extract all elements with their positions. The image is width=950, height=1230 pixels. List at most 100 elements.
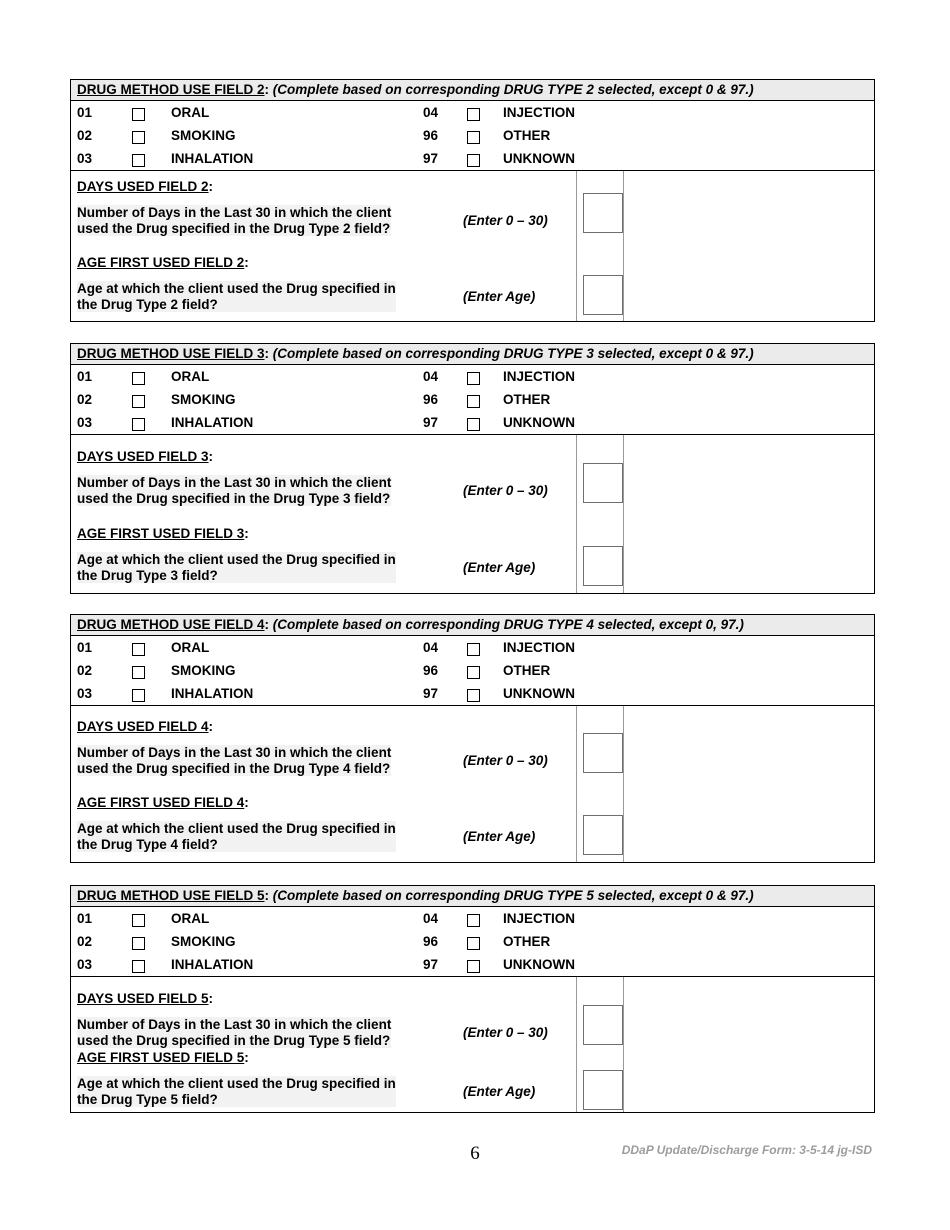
- method-checkbox-inhalation[interactable]: [132, 154, 145, 167]
- method-label-left: INHALATION: [171, 151, 254, 166]
- method-checkbox-other[interactable]: [467, 395, 480, 408]
- days-used-label-text: DAYS USED FIELD 4: [77, 719, 209, 734]
- days-used-input[interactable]: [583, 463, 623, 503]
- method-checkbox-injection[interactable]: [467, 914, 480, 927]
- age-first-used-label-colon: :: [244, 795, 249, 810]
- cell-divider: [623, 171, 624, 321]
- days-question-line-1: Number of Days in the Last 30 in which t…: [77, 745, 392, 760]
- age-first-used-input[interactable]: [583, 815, 623, 855]
- drug-method-use-field-5-section: DRUG METHOD USE FIELD 5: (Complete based…: [70, 885, 875, 1113]
- method-label-left: SMOKING: [171, 663, 236, 678]
- method-checkbox-unknown[interactable]: [467, 689, 480, 702]
- days-used-question: Number of Days in the Last 30 in which t…: [77, 1017, 392, 1048]
- section-note: (Complete based on corresponding DRUG TY…: [272, 617, 744, 632]
- age-first-used-input[interactable]: [583, 275, 623, 315]
- section-note: (Complete based on corresponding DRUG TY…: [272, 82, 754, 97]
- method-code-right: 04: [423, 911, 439, 926]
- method-checkbox-oral[interactable]: [132, 643, 145, 656]
- method-checkbox-smoking[interactable]: [132, 666, 145, 679]
- days-question-line-2: used the Drug specified in the Drug Type…: [77, 490, 391, 506]
- days-question-line-2: used the Drug specified in the Drug Type…: [77, 760, 391, 776]
- age-question-line-2: the Drug Type 3 field?: [77, 567, 218, 583]
- cell-divider: [623, 706, 624, 862]
- days-used-label-text: DAYS USED FIELD 2: [77, 179, 209, 194]
- method-checkbox-oral[interactable]: [132, 914, 145, 927]
- days-used-label: DAYS USED FIELD 3:: [77, 449, 213, 464]
- days-question-line-1: Number of Days in the Last 30 in which t…: [77, 1017, 392, 1032]
- footer-form-identifier: DDaP Update/Discharge Form: 3-5-14 jg-IS…: [621, 1143, 872, 1157]
- method-checkbox-smoking[interactable]: [132, 937, 145, 950]
- method-code-right: 96: [423, 392, 439, 407]
- method-label-right: INJECTION: [503, 640, 576, 655]
- method-row: 02 SMOKING 96 OTHER: [71, 659, 874, 682]
- method-label-left: SMOKING: [171, 128, 236, 143]
- method-checkbox-other[interactable]: [467, 131, 480, 144]
- days-used-input[interactable]: [583, 733, 623, 773]
- age-first-used-label-colon: :: [244, 1050, 249, 1065]
- method-label-left: SMOKING: [171, 392, 236, 407]
- question-area: DAYS USED FIELD 3: Number of Days in the…: [71, 435, 874, 593]
- method-checkbox-injection[interactable]: [467, 643, 480, 656]
- age-first-used-label-text: AGE FIRST USED FIELD 5: [77, 1050, 245, 1065]
- section-title-colon: :: [264, 346, 270, 361]
- section-note: (Complete based on corresponding DRUG TY…: [272, 888, 754, 903]
- age-question-line-1: Age at which the client used the Drug sp…: [77, 1076, 396, 1091]
- method-checkbox-injection[interactable]: [467, 372, 480, 385]
- age-first-used-input[interactable]: [583, 546, 623, 586]
- method-code-left: 03: [77, 957, 93, 972]
- age-first-used-label-text: AGE FIRST USED FIELD 3: [77, 526, 245, 541]
- method-checkbox-inhalation[interactable]: [132, 689, 145, 702]
- days-used-input[interactable]: [583, 193, 623, 233]
- method-checkbox-other[interactable]: [467, 666, 480, 679]
- age-first-used-question: Age at which the client used the Drug sp…: [77, 552, 396, 583]
- method-checkbox-unknown[interactable]: [467, 960, 480, 973]
- method-options-grid: 01 ORAL 04 INJECTION 02 SMOKING 96 OTHER…: [71, 907, 874, 977]
- method-code-left: 02: [77, 128, 93, 143]
- method-code-left: 02: [77, 392, 93, 407]
- method-code-left: 02: [77, 663, 93, 678]
- method-checkbox-unknown[interactable]: [467, 418, 480, 431]
- method-label-right: INJECTION: [503, 911, 576, 926]
- section-note: (Complete based on corresponding DRUG TY…: [272, 346, 754, 361]
- section-title: DRUG METHOD USE FIELD 2: [77, 82, 265, 97]
- section-title: DRUG METHOD USE FIELD 3: [77, 346, 265, 361]
- age-question-line-1: Age at which the client used the Drug sp…: [77, 821, 396, 836]
- method-checkbox-inhalation[interactable]: [132, 960, 145, 973]
- days-used-label: DAYS USED FIELD 5:: [77, 991, 213, 1006]
- age-first-used-label-text: AGE FIRST USED FIELD 2: [77, 255, 245, 270]
- method-checkbox-smoking[interactable]: [132, 131, 145, 144]
- days-question-line-2: used the Drug specified in the Drug Type…: [77, 1032, 391, 1048]
- method-row: 01 ORAL 04 INJECTION: [71, 907, 874, 930]
- age-first-used-label: AGE FIRST USED FIELD 2:: [77, 255, 249, 270]
- method-code-right: 97: [423, 957, 439, 972]
- method-label-right: INJECTION: [503, 105, 576, 120]
- method-checkbox-inhalation[interactable]: [132, 418, 145, 431]
- method-checkbox-smoking[interactable]: [132, 395, 145, 408]
- method-row: 02 SMOKING 96 OTHER: [71, 930, 874, 953]
- age-first-used-input[interactable]: [583, 1070, 623, 1110]
- method-checkbox-injection[interactable]: [467, 108, 480, 121]
- method-row: 03 INHALATION 97 UNKNOWN: [71, 411, 874, 434]
- method-code-left: 03: [77, 151, 93, 166]
- method-label-right: OTHER: [503, 663, 551, 678]
- days-used-label-text: DAYS USED FIELD 5: [77, 991, 209, 1006]
- method-checkbox-other[interactable]: [467, 937, 480, 950]
- age-first-used-label: AGE FIRST USED FIELD 5:: [77, 1050, 249, 1065]
- drug-method-use-field-3-section: DRUG METHOD USE FIELD 3: (Complete based…: [70, 343, 875, 594]
- days-used-input[interactable]: [583, 1005, 623, 1045]
- method-code-right: 96: [423, 128, 439, 143]
- method-row: 01 ORAL 04 INJECTION: [71, 365, 874, 388]
- method-checkbox-oral[interactable]: [132, 108, 145, 121]
- method-label-left: INHALATION: [171, 957, 254, 972]
- method-label-left: ORAL: [171, 640, 210, 655]
- age-first-used-question: Age at which the client used the Drug sp…: [77, 1076, 396, 1107]
- age-first-used-hint: (Enter Age): [463, 289, 536, 304]
- method-row: 03 INHALATION 97 UNKNOWN: [71, 682, 874, 705]
- method-label-right: INJECTION: [503, 369, 576, 384]
- method-code-right: 96: [423, 934, 439, 949]
- cell-divider: [623, 977, 624, 1112]
- age-question-line-2: the Drug Type 5 field?: [77, 1091, 218, 1107]
- method-checkbox-oral[interactable]: [132, 372, 145, 385]
- method-checkbox-unknown[interactable]: [467, 154, 480, 167]
- method-code-right: 04: [423, 105, 439, 120]
